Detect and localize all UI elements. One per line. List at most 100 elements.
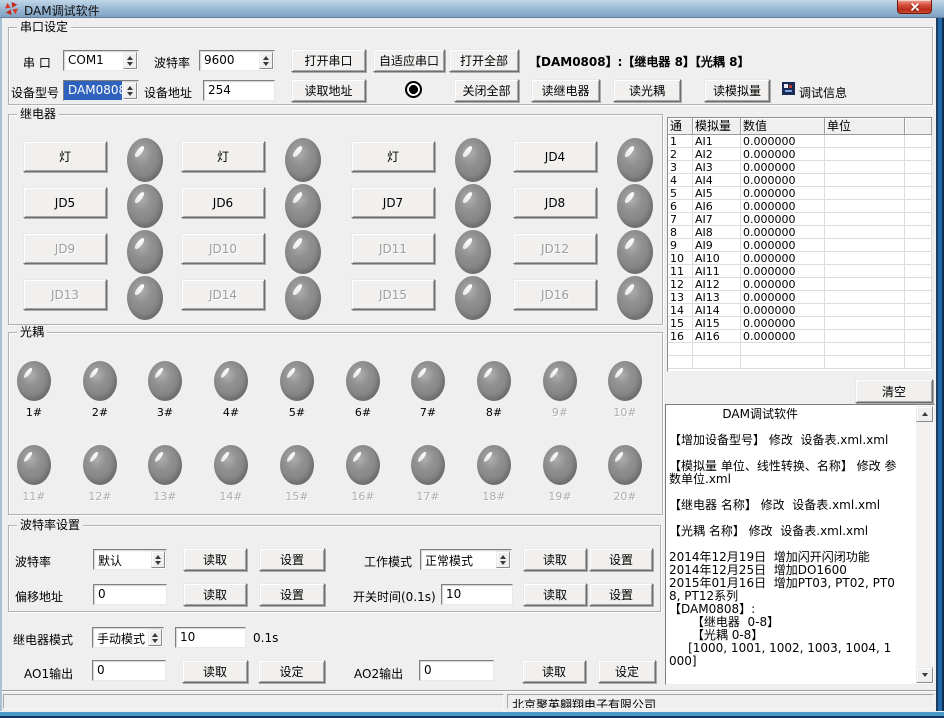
analog-row-14: 14AI140.000000: [668, 304, 932, 317]
switch-time-input[interactable]: 10: [441, 584, 513, 605]
baud-setting-dropdown-icon[interactable]: [151, 551, 165, 568]
ao1-set-button[interactable]: 设定: [258, 660, 325, 683]
com-port-select[interactable]: COM1: [63, 50, 139, 71]
relay-mode-dropdown-icon[interactable]: [148, 629, 162, 646]
analog-cell: 2: [668, 148, 693, 161]
analog-cell: 6: [668, 200, 693, 213]
analog-cell: [905, 135, 932, 148]
open-port-button[interactable]: 打开串口: [291, 49, 366, 72]
device-model-dropdown-icon[interactable]: [123, 82, 137, 99]
group-serial-title: 串口设定: [17, 20, 71, 34]
window-title-bar[interactable]: DAM调试软件: [0, 0, 944, 18]
work-mode-set-button[interactable]: 设置: [589, 548, 653, 571]
opto-led-17: [411, 445, 445, 485]
ao1-read-button[interactable]: 读取: [182, 660, 248, 683]
switch-time-set-button[interactable]: 设置: [589, 583, 653, 606]
offset-set-button[interactable]: 设置: [259, 583, 325, 606]
analog-table-header-row: 通模拟量数值单位: [668, 118, 932, 135]
baud-setting-select[interactable]: 默认: [93, 549, 167, 570]
opto-led-12: [83, 445, 117, 485]
app-window: DAM调试软件 串口设定 串 口 COM1 波特率 9600 打开串口 自适应串…: [0, 0, 944, 718]
relay-button-4[interactable]: JD4: [513, 141, 597, 172]
analog-header-cell-1[interactable]: 通: [668, 118, 693, 135]
work-mode-read-button[interactable]: 读取: [523, 548, 587, 571]
analog-cell: 0.000000: [741, 148, 825, 161]
analog-header-cell-5[interactable]: [905, 118, 932, 135]
com-port-dropdown-icon[interactable]: [123, 52, 137, 69]
analog-cell: 15: [668, 317, 693, 330]
log-textarea[interactable]: DAM调试软件 【增加设备型号】 修改 设备表.xml.xml 【模拟量 单位、…: [665, 404, 935, 685]
baud-value: 9600: [200, 51, 258, 70]
analog-cell: [825, 187, 905, 200]
read-opto-button[interactable]: 读光耦: [613, 79, 681, 102]
opto-led-label-14: 14#: [214, 490, 248, 503]
baud-dropdown-icon[interactable]: [259, 52, 273, 69]
opto-led-label-18: 18#: [477, 490, 511, 503]
opto-cell-11: 11#: [17, 445, 51, 503]
analog-cell: [825, 265, 905, 278]
opto-cell-18: 18#: [477, 445, 511, 503]
work-mode-value: 正常模式: [421, 550, 495, 569]
work-mode-select[interactable]: 正常模式: [420, 549, 512, 570]
opto-led-label-2: 2#: [83, 406, 117, 419]
scroll-up-icon[interactable]: [916, 406, 933, 422]
relay-button-5[interactable]: JD5: [23, 187, 107, 218]
analog-header-cell-3[interactable]: 数值: [741, 118, 825, 135]
analog-cell: [825, 356, 905, 369]
device-model-select[interactable]: DAM0808: [63, 80, 139, 101]
scroll-down-icon[interactable]: [916, 667, 933, 683]
analog-cell: [741, 343, 825, 356]
opto-led-1: [17, 361, 51, 401]
relay-time-input[interactable]: 10: [175, 627, 246, 648]
log-scrollbar[interactable]: [916, 406, 933, 683]
analog-cell: 0.000000: [741, 135, 825, 148]
analog-cell: 4: [668, 174, 693, 187]
baud-set-button[interactable]: 设置: [259, 548, 325, 571]
relay-button-7[interactable]: JD7: [351, 187, 435, 218]
analog-cell: 0.000000: [741, 200, 825, 213]
device-address-input[interactable]: 254: [203, 80, 275, 101]
offset-read-button[interactable]: 读取: [183, 583, 247, 606]
baud-select[interactable]: 9600: [199, 50, 275, 71]
relay-button-3[interactable]: 灯: [351, 141, 435, 172]
analog-cell: [905, 161, 932, 174]
opto-led-6: [346, 361, 380, 401]
switch-time-read-button[interactable]: 读取: [523, 583, 587, 606]
ao1-input[interactable]: 0: [92, 660, 166, 681]
analog-cell: [825, 135, 905, 148]
debug-info-label[interactable]: 调试信息: [799, 84, 847, 101]
read-analog-button[interactable]: 读模拟量: [704, 79, 770, 102]
ao2-read-button[interactable]: 读取: [522, 660, 586, 683]
offset-address-input[interactable]: 0: [93, 584, 167, 605]
ao2-input[interactable]: 0: [419, 660, 494, 681]
close-button[interactable]: [897, 0, 932, 14]
ao2-set-button[interactable]: 设定: [598, 660, 656, 683]
close-all-button[interactable]: 关闭全部: [454, 79, 519, 102]
analog-header-cell-2[interactable]: 模拟量: [693, 118, 741, 135]
opto-led-label-20: 20#: [608, 490, 642, 503]
relay-button-1[interactable]: 灯: [23, 141, 107, 172]
com-port-value: COM1: [64, 51, 122, 70]
read-relay-button[interactable]: 读继电器: [531, 79, 600, 102]
relay-led-8: [617, 184, 653, 228]
analog-cell: [825, 174, 905, 187]
analog-cell: AI10: [693, 252, 741, 265]
relay-mode-value: 手动模式: [93, 628, 147, 647]
relay-button-2[interactable]: 灯: [181, 141, 265, 172]
read-address-button[interactable]: 读取地址: [291, 79, 366, 102]
analog-row-13: 13AI130.000000: [668, 291, 932, 304]
relay-button-6[interactable]: JD6: [181, 187, 265, 218]
analog-header-cell-4[interactable]: 单位: [825, 118, 905, 135]
work-mode-dropdown-icon[interactable]: [496, 551, 510, 568]
relay-led-12: [617, 230, 653, 274]
open-all-button[interactable]: 打开全部: [449, 49, 519, 72]
analog-cell: [668, 343, 693, 356]
opto-cell-16: 16#: [346, 445, 380, 503]
clear-button[interactable]: 清空: [855, 379, 933, 403]
relay-button-8[interactable]: JD8: [513, 187, 597, 218]
opto-cell-5: 5#: [280, 361, 314, 419]
analog-cell: AI11: [693, 265, 741, 278]
adaptive-port-button[interactable]: 自适应串口: [373, 49, 445, 72]
baud-read-button[interactable]: 读取: [183, 548, 247, 571]
relay-mode-select[interactable]: 手动模式: [92, 627, 164, 648]
